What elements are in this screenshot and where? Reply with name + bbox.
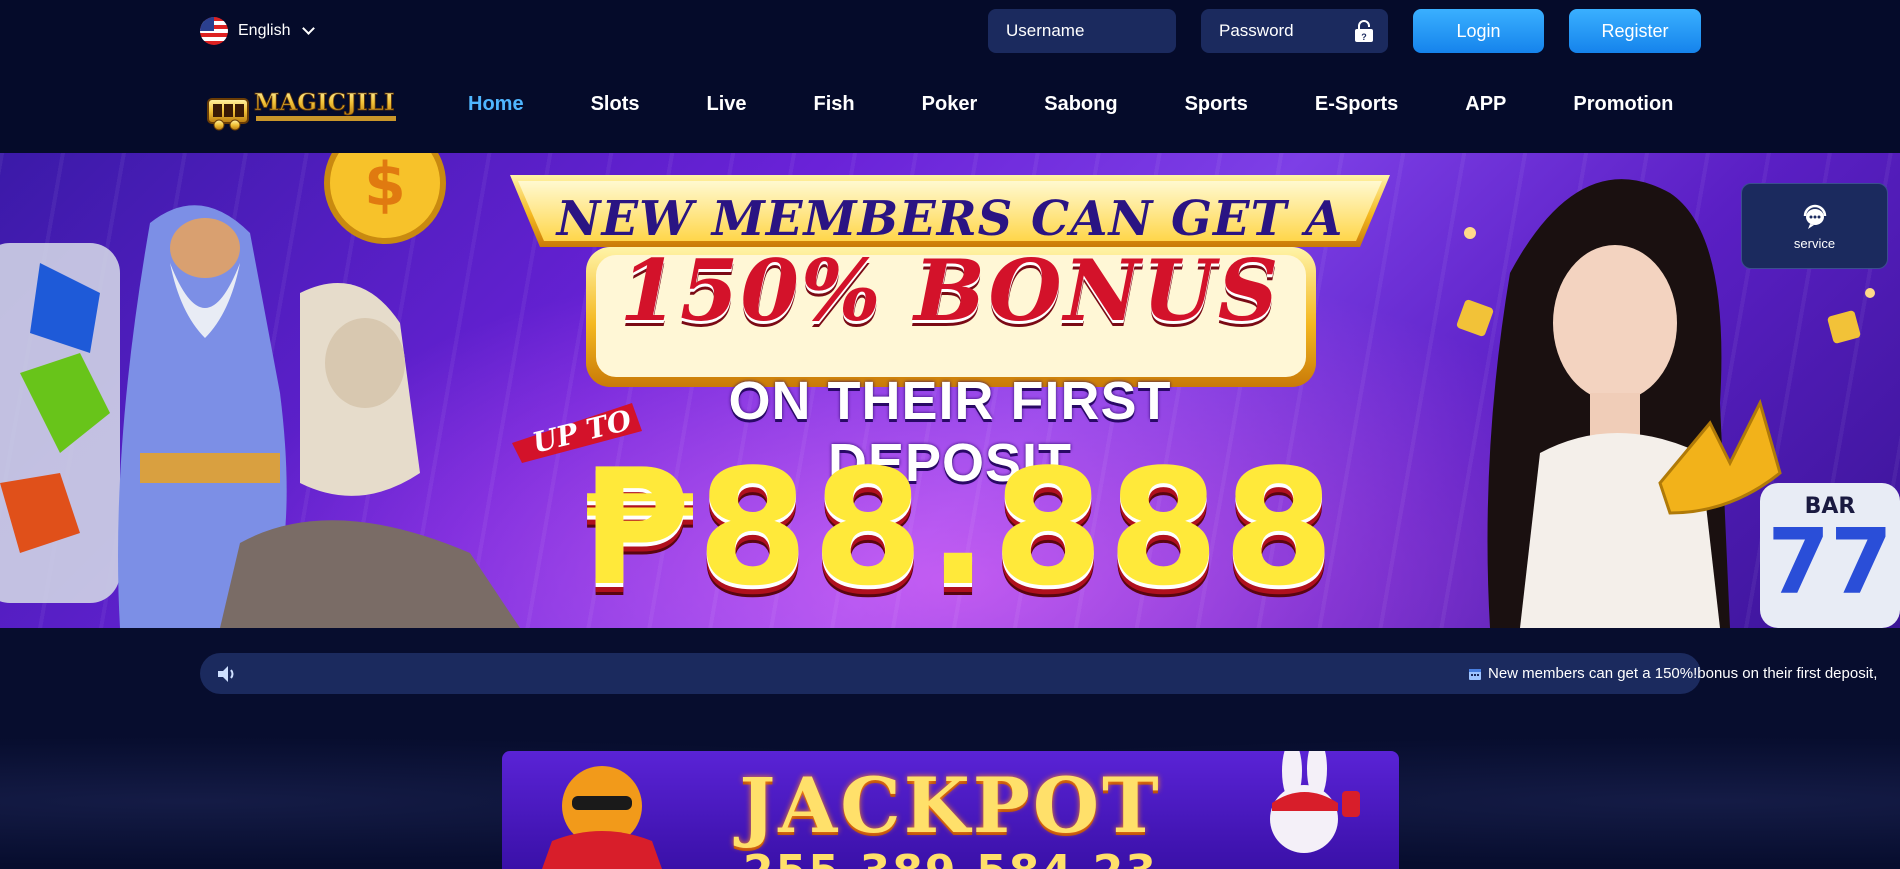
promo-line-1: NEW MEMBERS CAN GET A: [556, 191, 1344, 247]
nav-item-sabong[interactable]: Sabong: [1044, 93, 1117, 116]
headset-chat-icon: [1803, 204, 1826, 229]
svg-text:BAR: BAR: [1805, 494, 1856, 519]
bunny-mascot-illustration: [1270, 751, 1360, 853]
customer-service-button[interactable]: service: [1741, 183, 1888, 269]
nav-item-sports[interactable]: Sports: [1185, 93, 1248, 116]
promo-line-2: 150% BONUS: [619, 241, 1281, 340]
us-flag-icon: [200, 17, 228, 45]
nav-item-home[interactable]: Home: [468, 93, 524, 116]
nav-item-live[interactable]: Live: [706, 93, 746, 116]
svg-text:77: 77: [1767, 510, 1892, 615]
main-nav: Home Slots Live Fish Poker Sabong Sports…: [468, 93, 1673, 116]
service-label: service: [1793, 235, 1836, 251]
nav-item-slots[interactable]: Slots: [591, 93, 640, 116]
top-bar: English ? Login Register: [0, 0, 1900, 63]
jackpot-panel: JACKPOT 255,389,584.23: [502, 751, 1399, 869]
language-selector[interactable]: English: [200, 17, 316, 45]
announcement-marquee: New members can get a 150%!bonus on thei…: [200, 653, 1877, 694]
nav-item-fish[interactable]: Fish: [814, 93, 855, 116]
svg-text:?: ?: [1361, 32, 1367, 42]
nav-item-poker[interactable]: Poker: [922, 93, 978, 116]
marquee-text: New members can get a 150%!bonus on thei…: [1488, 665, 1878, 682]
login-button[interactable]: Login: [1413, 9, 1544, 53]
marquee-message[interactable]: New members can get a 150%!bonus on thei…: [1468, 665, 1877, 682]
nav-item-promotion[interactable]: Promotion: [1573, 93, 1673, 116]
language-label: English: [238, 22, 291, 39]
nav-item-app[interactable]: APP: [1465, 93, 1506, 116]
svg-text:$: $: [364, 153, 406, 220]
promo-banner[interactable]: $ NEW MEMBERS CAN GET A 150% BONUS ON TH…: [0, 153, 1900, 628]
magicjili-logo[interactable]: MAGICJILI: [202, 83, 402, 131]
username-input[interactable]: [988, 9, 1176, 53]
chevron-down-icon: [302, 22, 316, 35]
register-button[interactable]: Register: [1569, 9, 1701, 53]
zeus-lion-illustration: $: [0, 153, 520, 628]
promo-amount: ₱88.888: [581, 434, 1339, 621]
lock-icon[interactable]: ?: [1353, 19, 1375, 43]
logo-text: MAGICJILI: [254, 89, 395, 116]
speaker-icon: [218, 666, 234, 682]
main-nav-bar: MAGICJILI Home Slots Live Fish Poker Sab…: [0, 63, 1900, 153]
calendar-icon: [1469, 668, 1481, 680]
nav-item-esports[interactable]: E-Sports: [1315, 93, 1398, 116]
